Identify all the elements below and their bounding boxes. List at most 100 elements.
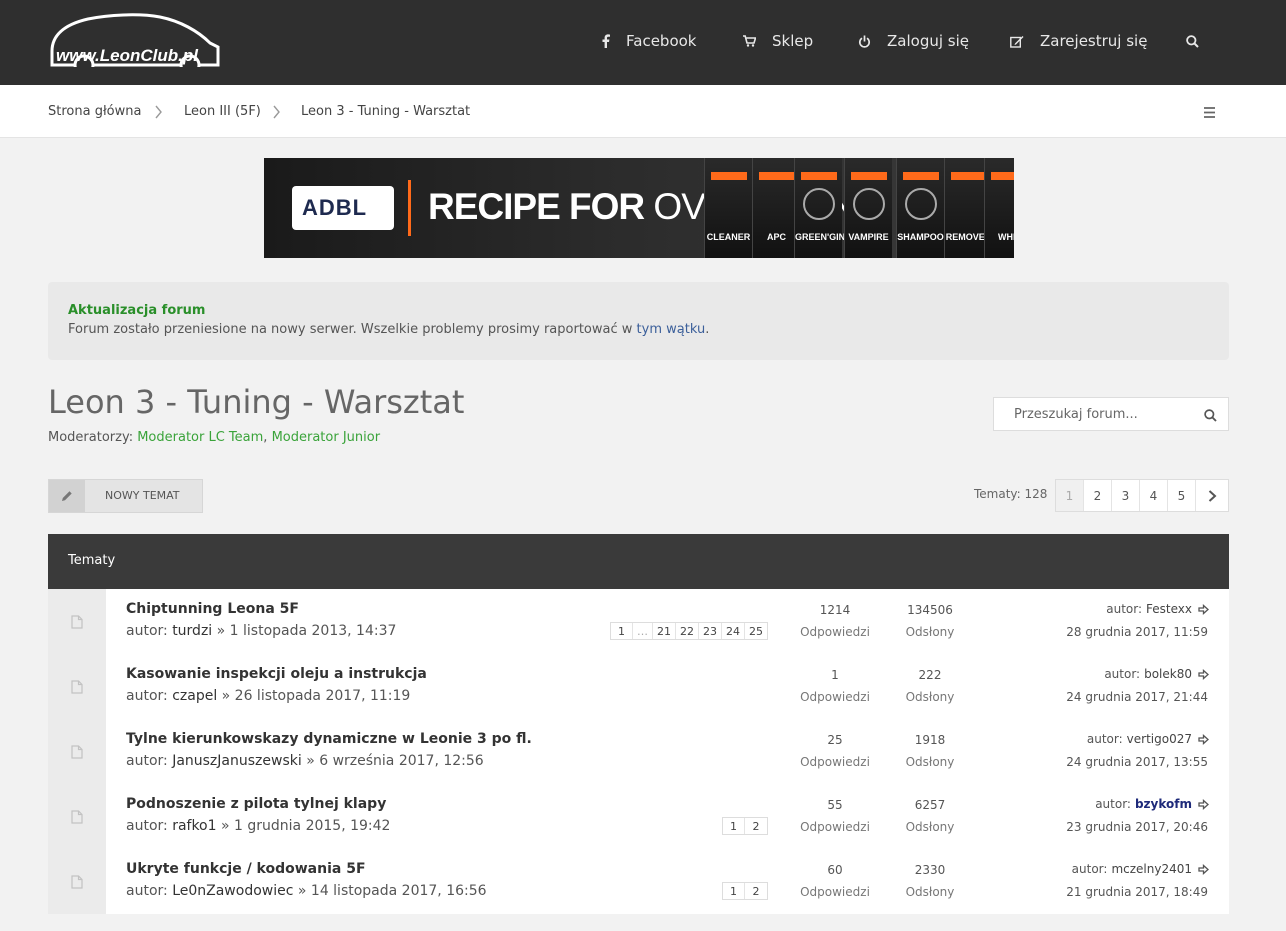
- goto-last-post-icon[interactable]: [1198, 603, 1209, 615]
- topic-title-link[interactable]: Kasowanie inspekcji oleju a instrukcja: [126, 666, 427, 682]
- forum-search-button[interactable]: [1204, 407, 1217, 426]
- topics-header: [48, 534, 1229, 589]
- last-post-author-link[interactable]: vertigo027: [1127, 732, 1192, 746]
- last-post-date: 23 grudnia 2017, 20:46: [1066, 820, 1208, 834]
- goto-last-post-icon[interactable]: [1198, 733, 1209, 745]
- nav-facebook[interactable]: Facebook: [602, 30, 696, 52]
- topic-title-link[interactable]: Chiptunning Leona 5F: [126, 601, 299, 617]
- ad-product: CLEANER: [704, 158, 752, 258]
- page-link[interactable]: 3: [1112, 480, 1140, 511]
- nav-search-button[interactable]: [1186, 33, 1199, 52]
- page-link[interactable]: 1: [1056, 480, 1084, 511]
- topic-author-link[interactable]: turdzi: [172, 623, 212, 639]
- topic-date: » 6 września 2017, 12:56: [306, 753, 484, 769]
- cart-icon: [743, 35, 756, 47]
- goto-last-post-icon[interactable]: [1198, 798, 1209, 810]
- site-logo[interactable]: www.LeonClub.pl: [48, 13, 222, 76]
- last-post-date: 28 grudnia 2017, 11:59: [1066, 625, 1208, 639]
- chevron-right-icon: [273, 104, 281, 123]
- topic-meta: autor: JanuszJanuszewski » 6 września 20…: [126, 753, 484, 769]
- topic-page-link[interactable]: 2: [745, 818, 767, 834]
- pencil-icon: [49, 480, 85, 512]
- topic-row: Tylne kierunkowskazy dynamiczne w Leonie…: [48, 719, 1229, 784]
- menu-icon[interactable]: [1203, 104, 1216, 123]
- ad-brand-logo: ADBL: [292, 186, 394, 230]
- ad-product: SHAMPOO: [896, 158, 944, 258]
- breadcrumb-leon3[interactable]: Leon III (5F): [184, 104, 261, 119]
- new-topic-label: NOWY TEMAT: [105, 489, 180, 502]
- search-icon: [1204, 409, 1217, 422]
- forum-search-input[interactable]: [994, 398, 1194, 430]
- announcement-link[interactable]: tym wątku: [637, 322, 706, 337]
- topic-page-link[interactable]: 1: [723, 818, 745, 834]
- ad-banner[interactable]: ADBL RECIPE FOR OVERTAKING CLEANER APC G…: [264, 158, 1014, 258]
- ad-headline-bold: RECIPE FOR: [428, 186, 645, 227]
- topics-header-label: Tematy: [68, 553, 116, 568]
- last-post-author-link[interactable]: bzykofm: [1135, 797, 1192, 811]
- last-post-author-link[interactable]: bolek80: [1144, 667, 1192, 681]
- views-label: Odsłony: [905, 820, 955, 834]
- topic-row: Kasowanie inspekcji oleju a instrukcja a…: [48, 654, 1229, 719]
- goto-last-post-icon[interactable]: [1198, 668, 1209, 680]
- moderator-link[interactable]: Moderator LC Team: [137, 430, 263, 445]
- topic-page-link[interactable]: 2: [745, 883, 767, 899]
- topic-page-link[interactable]: 25: [745, 623, 767, 639]
- views-label: Odsłony: [905, 885, 955, 899]
- author-label: autor:: [126, 688, 168, 704]
- next-page-button[interactable]: [1196, 480, 1228, 511]
- topic-title-link[interactable]: Podnoszenie z pilota tylnej klapy: [126, 796, 386, 812]
- page-link[interactable]: 2: [1084, 480, 1112, 511]
- breadcrumb-current[interactable]: Leon 3 - Tuning - Warsztat: [301, 104, 470, 119]
- announcement-tail: .: [705, 322, 710, 337]
- topic-meta: autor: Le0nZawodowiec » 14 listopada 201…: [126, 883, 487, 899]
- topic-status: [48, 589, 106, 654]
- topic-author-link[interactable]: Le0nZawodowiec: [172, 883, 293, 899]
- page-link[interactable]: 5: [1168, 480, 1196, 511]
- edit-icon: [1010, 35, 1024, 48]
- topic-author-link[interactable]: czapel: [172, 688, 217, 704]
- topic-pagination: 12: [722, 817, 768, 835]
- topic-author-link[interactable]: rafko1: [172, 818, 216, 834]
- nav-shop[interactable]: Sklep: [743, 30, 813, 52]
- topic-page-link[interactable]: 1: [611, 623, 633, 639]
- last-post-author-link[interactable]: mczelny2401: [1111, 862, 1192, 876]
- topic-page-link[interactable]: 1: [723, 883, 745, 899]
- topic-title-link[interactable]: Tylne kierunkowskazy dynamiczne w Leonie…: [126, 731, 532, 747]
- views-label: Odsłony: [905, 625, 955, 639]
- last-post-author-link[interactable]: Festexx: [1146, 602, 1192, 616]
- pagination: 1 2 3 4 5: [1055, 479, 1229, 512]
- breadcrumb-home[interactable]: Strona główna: [48, 104, 141, 119]
- moderator-link[interactable]: Moderator Junior: [272, 430, 380, 445]
- last-post: autor: bzykofm: [1095, 797, 1209, 811]
- topic-page-link[interactable]: 22: [676, 623, 699, 639]
- topic-page-link[interactable]: 23: [699, 623, 722, 639]
- topic-page-link[interactable]: 24: [722, 623, 745, 639]
- topic-author-link[interactable]: JanuszJanuszewski: [172, 753, 302, 769]
- author-label: autor:: [1106, 602, 1143, 616]
- author-label: autor:: [126, 753, 168, 769]
- goto-last-post-icon[interactable]: [1198, 863, 1209, 875]
- ad-product: GREEN'GINE: [794, 158, 851, 258]
- document-icon: [71, 744, 83, 759]
- topic-meta: autor: czapel » 26 listopada 2017, 11:19: [126, 688, 410, 704]
- moderators-label: Moderatorzy:: [48, 430, 134, 445]
- topic-title-link[interactable]: Ukryte funkcje / kodowania 5F: [126, 861, 366, 877]
- chevron-right-icon: [1208, 489, 1216, 502]
- new-topic-button[interactable]: NOWY TEMAT: [48, 479, 203, 513]
- page-link[interactable]: 4: [1140, 480, 1168, 511]
- topic-status: [48, 719, 106, 784]
- facebook-icon: [602, 34, 610, 48]
- topic-page-link[interactable]: 21: [653, 623, 676, 639]
- nav-register[interactable]: Zarejestruj się: [1010, 30, 1147, 52]
- author-label: autor:: [126, 623, 168, 639]
- chevron-right-icon: [155, 104, 163, 123]
- ad-product: WHE: [984, 158, 1014, 258]
- topic-pagination: 1… 21 22 23 24 25: [610, 622, 768, 640]
- last-post: autor: vertigo027: [1087, 732, 1209, 746]
- topic-date: » 26 listopada 2017, 11:19: [221, 688, 411, 704]
- author-label: autor:: [1095, 797, 1131, 811]
- replies-count: 1: [831, 668, 839, 682]
- nav-register-label: Zarejestruj się: [1040, 32, 1148, 50]
- topic-row: Chiptunning Leona 5F autor: turdzi » 1 l…: [48, 589, 1229, 654]
- nav-login[interactable]: Zaloguj się: [858, 30, 969, 52]
